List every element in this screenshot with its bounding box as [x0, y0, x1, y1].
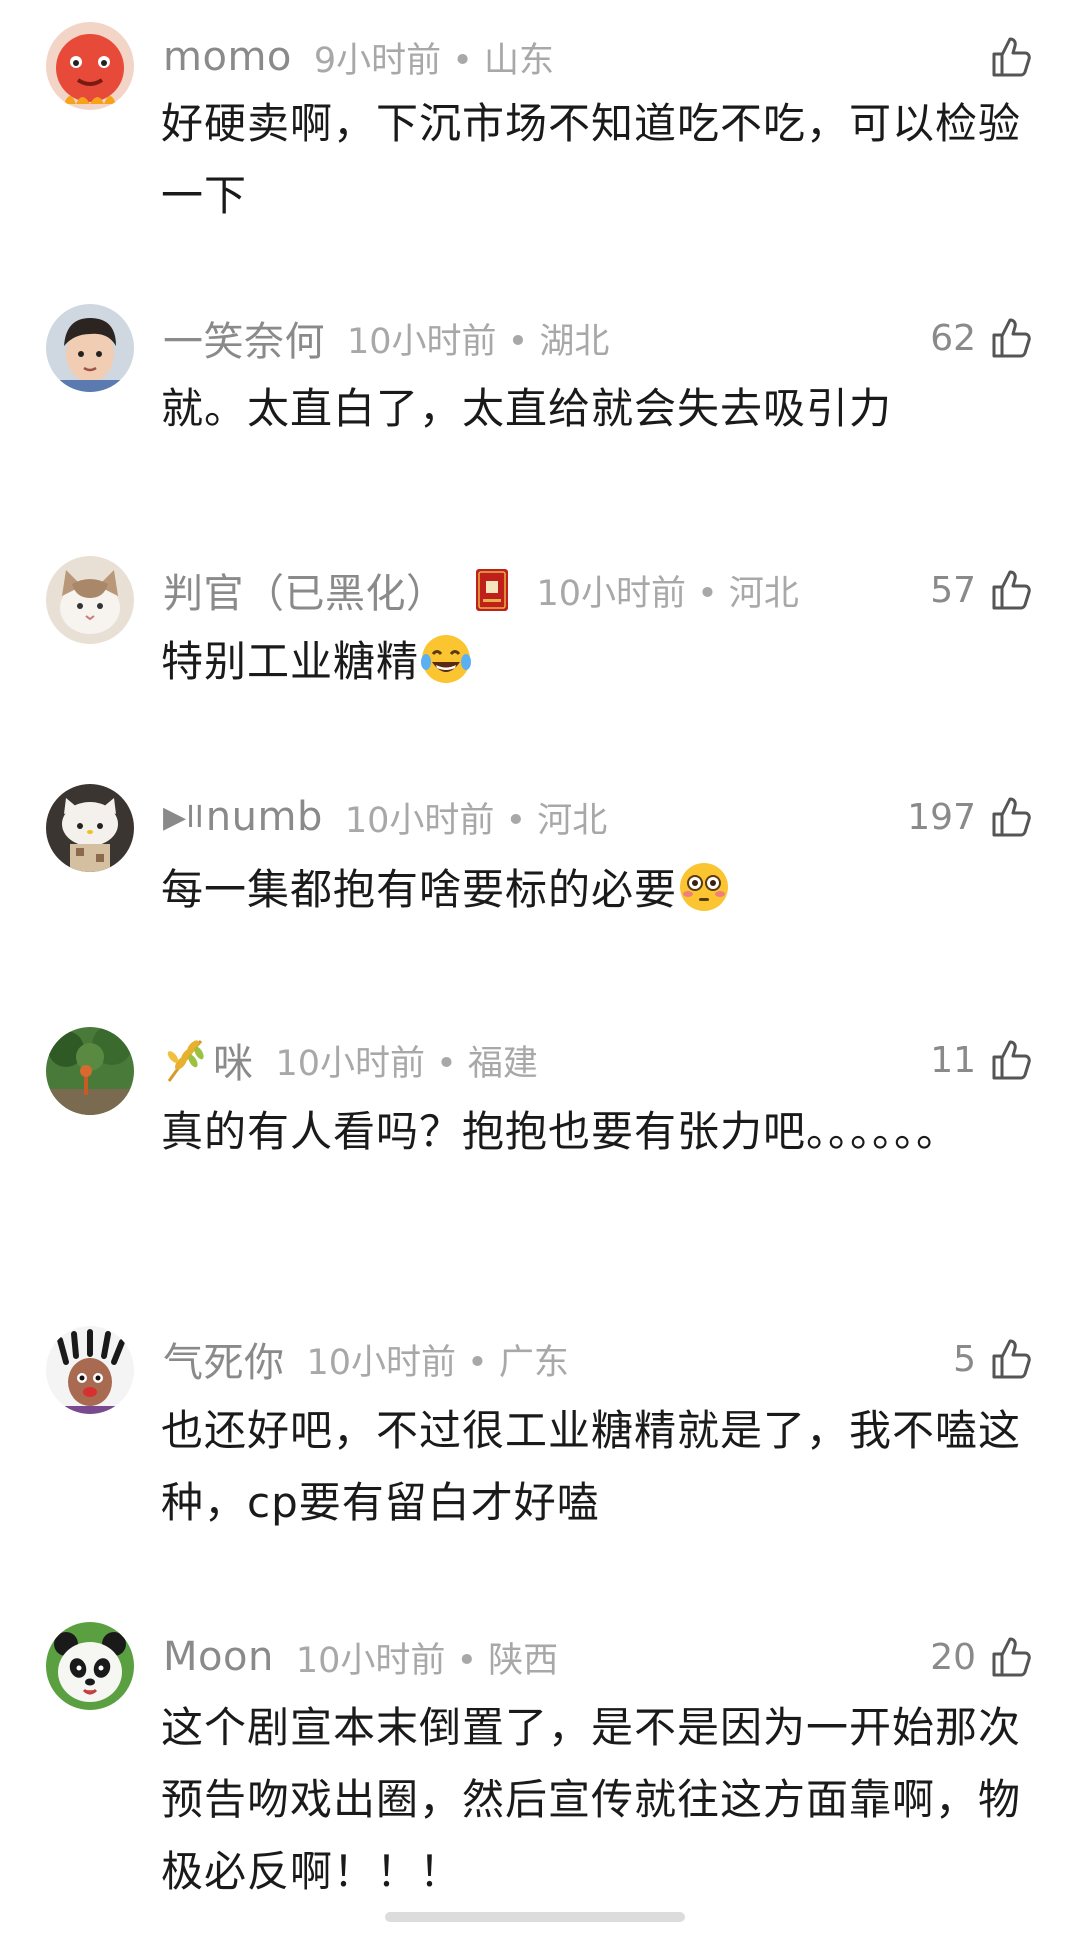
comment-header: ▶II numb 10小时前 • 河北 197 — [163, 787, 1036, 847]
comment-header: 一笑奈何 10小时前 • 湖北 62 — [163, 308, 1036, 368]
boy-photo-avatar-icon — [46, 304, 134, 392]
comment-text: 也还好吧，不过很工业糖精就是了，我不嗑这种，cp要有留白才好嗑 — [161, 1406, 1022, 1527]
thumbs-up-icon[interactable] — [988, 1036, 1036, 1084]
like-count: 197 — [907, 796, 976, 838]
like-count: 5 — [953, 1338, 976, 1380]
avatar[interactable] — [46, 1622, 134, 1710]
username[interactable]: 咪 — [213, 1031, 254, 1089]
red-book-badge-icon — [469, 567, 515, 613]
thumbs-up-icon[interactable] — [988, 1335, 1036, 1383]
timestamp-location: 10小时前 • 河北 — [344, 800, 608, 841]
username[interactable]: 一笑奈何 — [163, 309, 325, 367]
like-count: 62 — [930, 317, 976, 359]
timestamp-location: 9小时前 • 山东 — [313, 40, 555, 81]
thumbs-up-icon[interactable] — [988, 1633, 1036, 1681]
timestamp-location: 10小时前 • 福建 — [275, 1043, 538, 1084]
comment-header: momo 9小时前 • 山东 — [163, 27, 1036, 87]
comment-header: 咪 10小时前 • 福建 11 — [163, 1030, 1036, 1090]
comment-text: 每一集都抱有啥要标的必要 — [161, 854, 1041, 926]
wheat-icon — [163, 1037, 207, 1083]
comment-text: 好硬卖啊，下沉市场不知道吃不吃，可以检验一下 — [161, 99, 1022, 220]
comment-text: 真的有人看吗？抱抱也要有张力吧。。。。。。 — [161, 1107, 960, 1156]
panda-avatar-icon — [46, 1622, 134, 1710]
username[interactable]: Moon — [163, 1634, 274, 1680]
hello-kitty-avatar-icon — [46, 784, 134, 872]
comment-header: 判官（已黑化） 10小时前 • 河北 57 — [163, 560, 1036, 620]
comment-header: Moon 10小时前 • 陕西 20 — [163, 1627, 1036, 1687]
comment-text: 就。太直白了，太直给就会失去吸引力 — [161, 384, 893, 433]
comment-text: 这个剧宣本末倒置了，是不是因为一开始那次预告吻戏出圈，然后宣传就往这方面靠啊，物… — [161, 1703, 1022, 1896]
avatar[interactable] — [46, 784, 134, 872]
timestamp-location: 10小时前 • 河北 — [536, 573, 799, 614]
avatar[interactable] — [46, 22, 134, 110]
avatar[interactable] — [46, 1326, 134, 1414]
home-indicator[interactable] — [385, 1912, 685, 1922]
like-count: 20 — [930, 1636, 976, 1678]
cartoon-face-avatar-icon — [46, 1326, 134, 1414]
username[interactable]: 判官（已黑化） — [163, 561, 447, 619]
avatar[interactable] — [46, 304, 134, 392]
timestamp-location: 10小时前 • 广东 — [306, 1342, 569, 1383]
laughing-tears-emoji — [419, 632, 473, 686]
avatar[interactable] — [46, 1027, 134, 1115]
comment-header: 气死你 10小时前 • 广东 5 — [163, 1329, 1036, 1389]
comment-text-body: 每一集都抱有啥要标的必要 — [161, 865, 678, 914]
flushed-face-emoji — [677, 860, 731, 914]
username[interactable]: momo — [163, 34, 292, 80]
username[interactable]: numb — [206, 794, 323, 840]
timestamp-location: 10小时前 • 陕西 — [295, 1640, 559, 1681]
play-pause-icon: ▶II — [163, 799, 204, 835]
thumbs-up-icon[interactable] — [988, 566, 1036, 614]
like-count: 11 — [930, 1039, 976, 1081]
username[interactable]: 气死你 — [163, 1330, 285, 1388]
timestamp-location: 10小时前 • 湖北 — [347, 321, 610, 362]
thumbs-up-icon[interactable] — [988, 793, 1036, 841]
cat-photo-avatar-icon — [46, 556, 134, 644]
like-count: 57 — [930, 569, 976, 611]
comment-text-body: 特别工业糖精 — [161, 637, 420, 686]
outdoor-photo-avatar-icon — [46, 1027, 134, 1115]
red-cartoon-avatar-icon — [46, 22, 134, 110]
comment-text: 特别工业糖精 — [161, 626, 1041, 698]
thumbs-up-icon[interactable] — [988, 314, 1036, 362]
avatar[interactable] — [46, 556, 134, 644]
thumbs-up-icon[interactable] — [988, 33, 1036, 81]
